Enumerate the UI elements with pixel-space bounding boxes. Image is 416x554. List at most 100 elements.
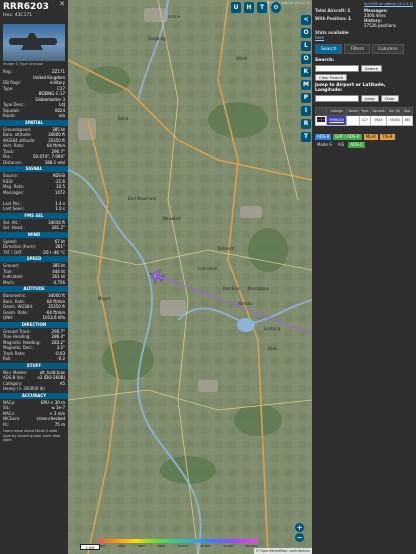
map-attribution[interactable]: © OpenStreetMap contributors — [253, 548, 312, 554]
hex-label: Hex: — [3, 13, 14, 18]
altitude-tick: 8000 — [157, 544, 166, 548]
section-header: STUFF — [0, 362, 68, 369]
table-header-cell[interactable]: Squawk — [369, 107, 388, 116]
search-button[interactable]: Search — [361, 65, 383, 72]
map-side-button-0[interactable]: < — [301, 15, 311, 25]
map-layer-button-h[interactable]: H — [244, 2, 254, 13]
speed-cell: 385 — [401, 115, 414, 126]
version-link[interactable]: tar1090 on github: (5.5.2.1) — [312, 0, 416, 8]
map-side-button-2[interactable]: L — [301, 41, 311, 51]
section-value: 281.2° — [51, 225, 65, 230]
place-label: Montabaur — [248, 286, 270, 291]
source-badge[interactable]: TIS-B — [380, 134, 395, 140]
table-header-cell[interactable]: Alt. (ft) — [386, 107, 403, 116]
section-row: Last Seen: 1.0 s — [0, 206, 68, 212]
map-layer-button-t[interactable]: T — [257, 2, 267, 13]
with-position-value: 1 — [348, 16, 352, 21]
zoom-out-button[interactable]: − — [295, 533, 304, 542]
settings-gear-icon[interactable]: ⚙ — [271, 2, 281, 13]
source-badge[interactable]: Mode-S — [315, 142, 334, 148]
section-key: Mach: — [3, 279, 15, 285]
section-key: Heavy (> 300000 lb) — [3, 386, 45, 391]
aircraft-callsign: RRR6203 — [3, 2, 49, 12]
section-value: 188.1 nmi — [44, 159, 65, 165]
search-input[interactable] — [315, 65, 359, 72]
zoom-in-button[interactable]: + — [295, 523, 304, 532]
table-header-cell[interactable]: Callsign — [326, 107, 348, 116]
map-layer-button-u[interactable]: U — [231, 2, 241, 13]
map-side-button-6[interactable]: P — [301, 93, 311, 103]
section-header: SPEED — [0, 256, 68, 262]
jump-input[interactable] — [315, 95, 359, 102]
source-badge[interactable]: AIS — [336, 142, 346, 148]
section-value: 1013.6 hPa — [42, 315, 66, 320]
aircraft-photo[interactable] — [3, 24, 65, 61]
jump-label: Jump to Airport or Latitude, Longitude: — [315, 83, 386, 93]
section-row: Roll: -0.2 — [0, 356, 68, 362]
callsign-cell[interactable]: RRR6203 — [326, 115, 348, 126]
altitude-tick: 10 000 — [177, 544, 188, 548]
source-badge[interactable]: ADS-C — [348, 142, 365, 148]
source-badge[interactable]: MLAT — [363, 134, 379, 140]
table-header-cell[interactable] — [314, 107, 328, 116]
place-label: Neuwied — [163, 216, 181, 221]
with-position-label: With Position: 1 — [315, 16, 352, 21]
altitude-tick: 4000 — [117, 544, 126, 548]
tab-columns[interactable]: Columns — [371, 44, 404, 54]
altitude-tick: 6000 — [137, 544, 146, 548]
map-side-button-5[interactable]: M — [301, 80, 311, 90]
search-label: Search: — [315, 58, 335, 63]
map-side-button-7[interactable]: I — [301, 106, 311, 116]
info-header: RRR6203 Hex: 43C171 ✕ — [0, 0, 68, 24]
map-side-button-8[interactable]: R — [301, 119, 311, 129]
map-side-button-1[interactable]: O — [301, 28, 311, 38]
section-value: -0.2 — [57, 356, 65, 361]
section-header: SIGNAL — [0, 166, 68, 172]
section-value: 0.756 — [53, 279, 65, 285]
search-panel: Search: Search Clear Search Jump to Airp… — [312, 54, 416, 130]
type-cell: C17 — [359, 115, 371, 126]
place-label: Limburg — [264, 326, 281, 331]
table-header-cell[interactable]: Type — [359, 107, 371, 116]
aircraft-photo-body — [9, 38, 57, 45]
section-key: Sel. Head.: — [3, 225, 25, 230]
section-row: TAT / OAT: -20 / -46 °C — [0, 250, 68, 256]
jump-button[interactable]: Jump — [361, 95, 379, 102]
section-header: SPATIAL — [0, 119, 68, 126]
aircraft-table: Callsign Route Type Squawk Alt. (ft) Spd. RRR… — [314, 107, 414, 126]
table-header-cell[interactable]: Route — [346, 107, 361, 116]
section-value: 1.0 s — [55, 206, 65, 211]
section-header: WIND — [0, 231, 68, 238]
place-label: Koblenz — [218, 246, 234, 251]
table-header-row: Callsign Route Type Squawk Alt. (ft) Spd. — [314, 107, 414, 116]
side-tabs: Search Filters Columns — [315, 44, 416, 54]
stats-block: Total Aircraft: 1 With Position: 1 Messa… — [312, 8, 416, 28]
detail-row: Route: n/a — [0, 113, 68, 119]
map-side-button-3[interactable]: O — [301, 54, 311, 64]
map-scale: 2 NM — [80, 544, 100, 550]
source-badge[interactable]: ADS-B — [315, 134, 332, 140]
altitude-legend-ticks: 2000 4000 6000 8000 10 000 20 000 30 000 40 000… — [98, 544, 258, 548]
github-link[interactable]: tar1090 on github: (5.5.2.1) — [261, 1, 310, 5]
map-view[interactable]: Lenne Siegburg Wiehl Bonn Neuwied Koblen… — [68, 0, 312, 554]
table-row[interactable]: RRR6203 C17 0624 34000 385 — [314, 115, 414, 126]
clear-button[interactable]: Clear — [380, 95, 399, 102]
table-header-cell[interactable]: Spd. — [401, 107, 414, 116]
detail-key: Route: — [3, 113, 16, 118]
place-label: Nassau — [238, 301, 253, 306]
section-key: Roll: — [3, 356, 12, 361]
source-badge[interactable]: UAT / ADS-R — [333, 134, 362, 140]
close-icon[interactable]: ✕ — [59, 1, 65, 8]
section-value: A5 — [59, 380, 65, 386]
clear-search-button[interactable]: Clear Search — [315, 74, 348, 81]
tab-search[interactable]: Search — [315, 44, 343, 54]
section-row: Distance: 188.1 nmi — [0, 160, 68, 166]
map-side-button-4[interactable]: K — [301, 67, 311, 77]
map-canvas[interactable]: Lenne Siegburg Wiehl Bonn Neuwied Koblen… — [68, 0, 312, 554]
place-label: Bonn — [118, 116, 129, 121]
map-side-button-9[interactable]: T — [301, 132, 311, 142]
map-lake — [237, 318, 255, 332]
stats-link[interactable]: here — [312, 35, 416, 40]
tab-filters[interactable]: Filters — [344, 44, 370, 54]
stats-available-label: Stats available — [315, 30, 349, 35]
